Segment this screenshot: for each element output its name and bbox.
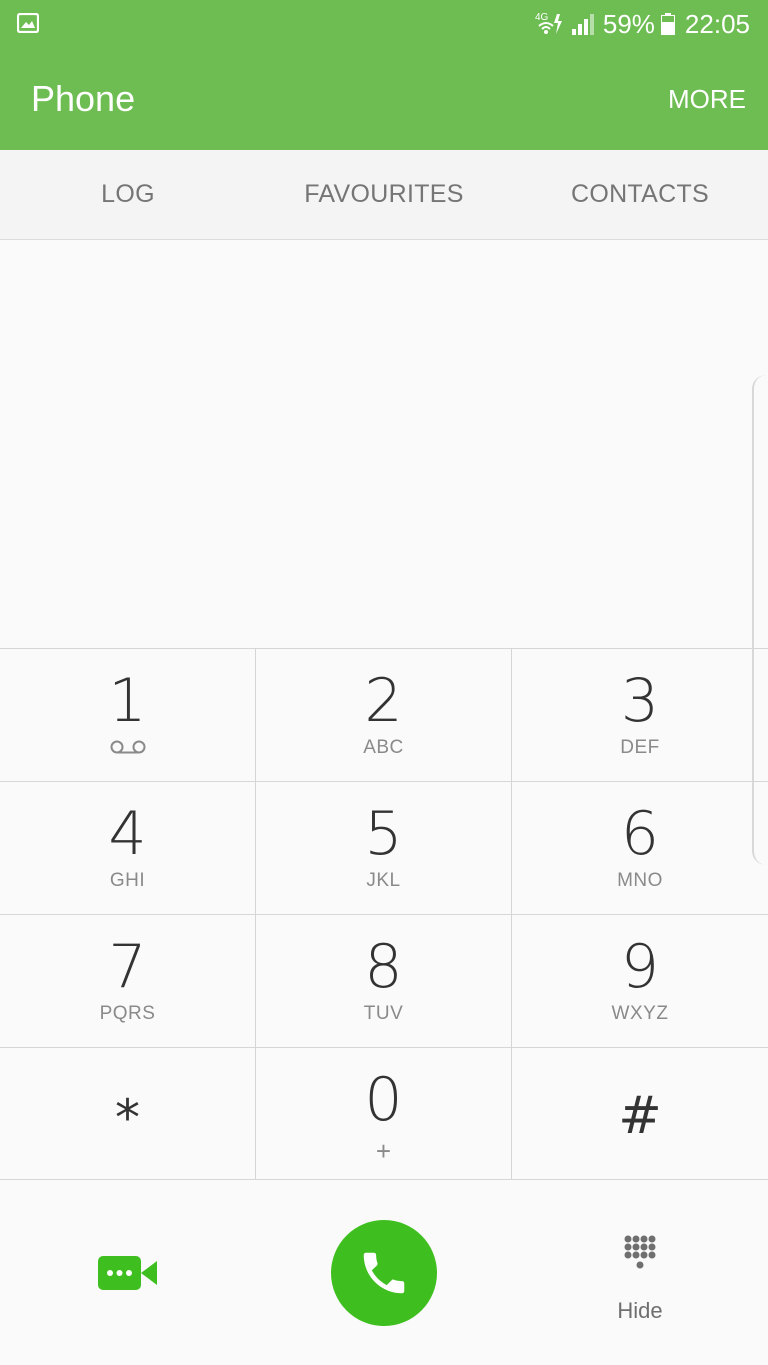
key-digit: * [115, 1089, 140, 1147]
phone-dialer-screen: 4G 59% 22:05 Phone MORE LOG FAVOURITES C… [0, 0, 768, 1365]
app-bar: Phone MORE [0, 48, 768, 150]
key-digit: 9 [620, 932, 660, 1002]
key-letters: PQRS [99, 1003, 156, 1024]
key-digit: 4 [108, 799, 147, 869]
tab-bar: LOG FAVOURITES CONTACTS [0, 150, 768, 240]
key-0[interactable]: 0 + [256, 1048, 512, 1180]
key-8[interactable]: 8 TUV [256, 915, 512, 1048]
key-9[interactable]: 9 WXYZ [512, 915, 768, 1048]
key-digit: 7 [108, 932, 147, 1002]
key-6[interactable]: 6 MNO [512, 782, 768, 915]
key-3[interactable]: 3 DEF [512, 649, 768, 782]
hide-label: Hide [617, 1298, 663, 1323]
battery-icon [660, 13, 675, 35]
wifi-icon: 4G [535, 12, 562, 34]
battery-percent: 59% [602, 8, 655, 39]
key-1[interactable]: 1 [0, 649, 256, 782]
gallery-icon [17, 13, 39, 33]
video-call-icon[interactable] [98, 1253, 158, 1293]
key-digit: 8 [364, 932, 403, 1002]
key-letters: GHI [109, 870, 146, 891]
status-indicators: 4G 59% 22:05 [535, 6, 750, 42]
signal-icon [571, 14, 594, 35]
key-letters: + [375, 1136, 392, 1166]
tab-contacts[interactable]: CONTACTS [512, 150, 768, 239]
key-digit: 2 [364, 666, 403, 736]
dialer-action-bar: Hide [0, 1180, 768, 1365]
key-digit: 1 [108, 666, 147, 736]
tab-log[interactable]: LOG [0, 150, 256, 239]
network-type: 4G [535, 12, 549, 23]
key-star[interactable]: * [0, 1048, 256, 1180]
phone-icon [363, 1252, 405, 1294]
dial-keypad: 1 2 ABC 3 DEF 4 GHI 5 JKL 6 MNO 7 PQRS 8… [0, 648, 768, 1180]
number-display[interactable] [0, 240, 768, 648]
key-letters: ABC [363, 737, 404, 758]
voicemail-icon [110, 740, 146, 754]
key-letters: MNO [617, 870, 663, 891]
key-digit: 0 [364, 1065, 403, 1135]
more-button[interactable]: MORE [668, 84, 746, 115]
key-hash[interactable]: # [512, 1048, 768, 1180]
key-letters: WXYZ [611, 1003, 669, 1024]
key-letters: DEF [620, 737, 660, 758]
key-digit: 3 [620, 666, 660, 736]
status-bar: 4G 59% 22:05 [0, 0, 768, 48]
key-digit: 5 [364, 799, 403, 869]
key-digit: # [618, 1086, 662, 1146]
key-2[interactable]: 2 ABC [256, 649, 512, 782]
tab-favourites[interactable]: FAVOURITES [256, 150, 512, 239]
page-title: Phone [31, 78, 136, 119]
key-4[interactable]: 4 GHI [0, 782, 256, 915]
call-button[interactable] [331, 1220, 437, 1326]
key-digit: 6 [620, 799, 660, 869]
hide-keypad-button[interactable]: Hide [600, 1230, 680, 1330]
key-5[interactable]: 5 JKL [256, 782, 512, 915]
key-letters: TUV [363, 1003, 404, 1024]
key-7[interactable]: 7 PQRS [0, 915, 256, 1048]
clock: 22:05 [684, 8, 750, 39]
key-letters: JKL [366, 870, 401, 891]
dialpad-icon [624, 1235, 656, 1269]
